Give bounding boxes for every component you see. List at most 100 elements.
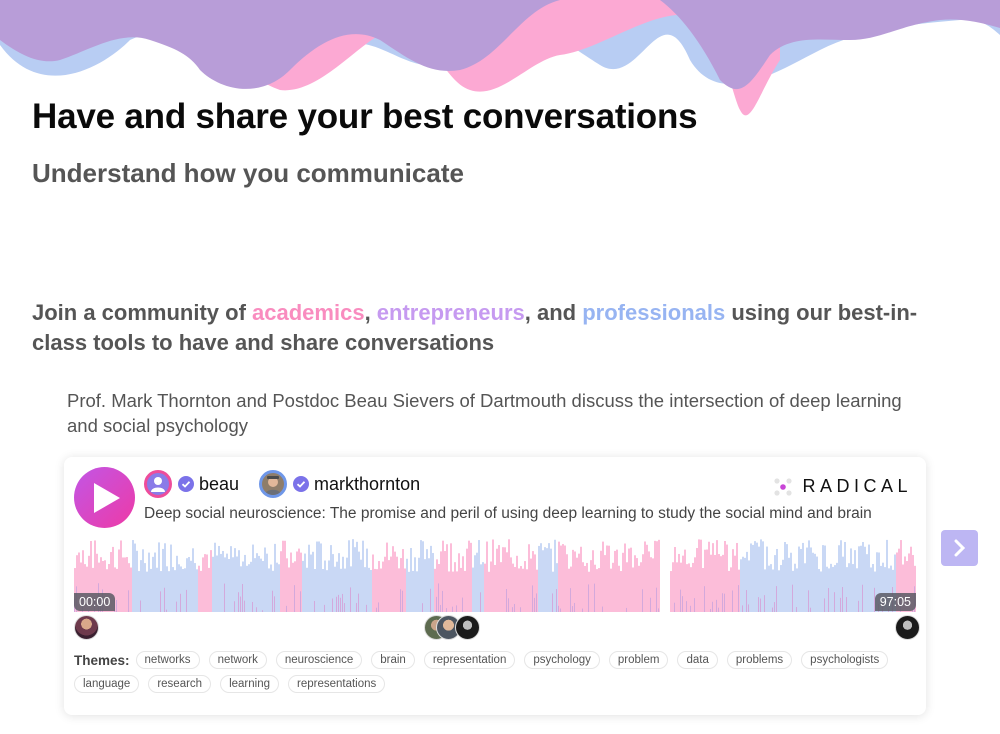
waveform-overlap-bar: [674, 602, 675, 612]
waveform-bar: [794, 563, 796, 612]
waveform-bar: [312, 551, 314, 612]
waveform-bar: [496, 548, 498, 612]
theme-tag[interactable]: network: [208, 651, 267, 669]
waveform-bar: [130, 567, 132, 612]
waveform-bar: [372, 554, 374, 612]
waveform-bar: [728, 570, 730, 612]
waveform-bar: [328, 560, 330, 612]
waveform-bar: [850, 548, 852, 612]
waveform-overlap-bar: [742, 605, 743, 612]
waveform-bar: [288, 567, 290, 612]
waveform-bar: [188, 557, 190, 612]
highlight-academics: academics: [252, 300, 365, 325]
theme-tag[interactable]: learning: [220, 675, 279, 693]
waveform-overlap-bar: [772, 607, 773, 612]
waveform-overlap-bar: [224, 583, 225, 612]
play-button[interactable]: [74, 467, 135, 528]
theme-tag[interactable]: language: [74, 675, 140, 693]
theme-tag[interactable]: problem: [608, 651, 669, 669]
theme-tag[interactable]: neuroscience: [275, 651, 363, 669]
comment-marker-avatar[interactable]: [74, 615, 99, 640]
waveform-bar: [158, 542, 160, 612]
waveform-overlap-bar: [336, 596, 337, 612]
theme-tag[interactable]: research: [148, 675, 212, 693]
waveform-bar: [502, 547, 504, 612]
theme-tag[interactable]: problems: [726, 651, 793, 669]
waveform-bar: [522, 568, 524, 612]
theme-tag[interactable]: psychology: [524, 651, 600, 669]
waveform-bar: [606, 545, 608, 612]
waveform-bar: [780, 565, 782, 612]
waveform-bar: [830, 563, 832, 612]
waveform-bar: [264, 547, 266, 612]
theme-tag[interactable]: data: [677, 651, 718, 669]
waveform-bar: [266, 553, 268, 612]
waveform-bar: [416, 571, 418, 612]
waveform-bar: [120, 540, 122, 612]
waveform-bar: [782, 559, 784, 612]
waveform-bar: [132, 540, 134, 612]
waveform-overlap-bar: [574, 602, 575, 612]
waveform-bar: [236, 556, 238, 612]
theme-tag[interactable]: psychologists: [801, 651, 889, 669]
episode-title[interactable]: Deep social neuroscience: The promise an…: [144, 505, 872, 523]
waveform-overlap-bar: [792, 584, 793, 612]
theme-tag[interactable]: networks: [135, 651, 200, 669]
waveform-bar: [848, 563, 850, 612]
waveform-bar: [246, 565, 248, 612]
comment-marker-avatar[interactable]: [455, 615, 480, 640]
waveform-overlap-bar: [446, 608, 447, 612]
waveform-bar: [526, 569, 528, 612]
waveform-overlap-bar: [376, 607, 377, 612]
radical-brand[interactable]: RADICAL: [774, 476, 912, 497]
waveform-bar: [544, 547, 546, 612]
waveform-bar: [696, 548, 698, 612]
audio-waveform[interactable]: [74, 539, 916, 612]
waveform-bar: [260, 558, 262, 612]
waveform-bar: [410, 548, 412, 612]
waveform-bar: [838, 545, 840, 612]
waveform-bar: [772, 569, 774, 612]
waveform-bar: [222, 550, 224, 612]
waveform-bar: [712, 543, 714, 612]
waveform-bar: [284, 540, 286, 612]
waveform-bar: [290, 552, 292, 612]
waveform-bar: [542, 550, 544, 612]
theme-tag[interactable]: brain: [371, 651, 415, 669]
waveform-bar: [596, 569, 598, 612]
waveform-bar: [292, 562, 294, 612]
participant-beau[interactable]: beau: [144, 470, 239, 498]
waveform-bar: [540, 543, 542, 612]
next-conversation-button[interactable]: [941, 530, 978, 566]
waveform-bar: [628, 548, 630, 612]
waveform-overlap-bar: [252, 601, 253, 612]
waveform-bar: [324, 560, 326, 612]
participant-markthornton[interactable]: markthornton: [259, 470, 420, 498]
waveform-bar: [548, 543, 550, 612]
waveform-bar: [678, 553, 680, 612]
theme-tag[interactable]: representations: [288, 675, 386, 693]
waveform-bar: [854, 550, 856, 612]
waveform-bar: [630, 547, 632, 612]
comment-marker-avatar[interactable]: [895, 615, 920, 640]
waveform-bar: [450, 543, 452, 612]
waveform-overlap-bar: [160, 591, 161, 612]
waveform-bar: [346, 557, 348, 612]
waveform-overlap-bar: [378, 602, 379, 612]
waveform-overlap-bar: [572, 606, 573, 612]
waveform-overlap-bar: [682, 596, 683, 612]
waveform-overlap-bar: [808, 590, 809, 612]
waveform-bar: [690, 567, 692, 612]
waveform-bar: [714, 554, 716, 612]
theme-tag[interactable]: representation: [423, 651, 516, 669]
waveform-bar: [864, 546, 866, 612]
waveform-bar: [756, 542, 758, 612]
waveform-overlap-bar: [810, 607, 811, 612]
waveform-overlap-bar: [262, 610, 263, 612]
waveform-bar: [734, 555, 736, 612]
waveform-bar: [376, 569, 378, 612]
brand-name: RADICAL: [802, 476, 912, 496]
waveform-bar: [870, 567, 872, 612]
time-end: 97:05: [874, 593, 916, 611]
waveform-bar: [814, 553, 816, 612]
